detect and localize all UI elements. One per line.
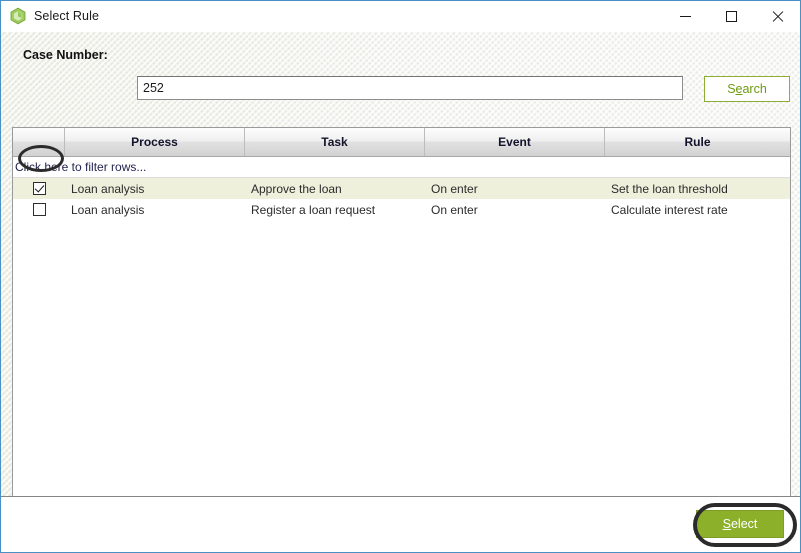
grid-body: Loan analysis Approve the loan On enter Set… (13, 178, 790, 220)
row-select-cell[interactable] (13, 178, 65, 199)
grid-header-cell-task[interactable]: Task (245, 128, 425, 156)
hexagon-shield-icon (9, 7, 27, 25)
cell-event: On enter (431, 202, 478, 217)
grid-header-cell-event[interactable]: Event (425, 128, 605, 156)
grid-header-cell-rule[interactable]: Rule (605, 128, 790, 156)
window-controls (662, 1, 800, 31)
search-button-label-prefix: S (727, 82, 736, 96)
case-number-input[interactable] (137, 76, 683, 100)
grid-header-cell-check[interactable] (13, 128, 65, 156)
cell-process: Loan analysis (71, 181, 145, 196)
grid-header-cell-process[interactable]: Process (65, 128, 245, 156)
checkbox-checked-icon[interactable] (32, 182, 46, 195)
table-row[interactable]: Loan analysis Register a loan request On e… (13, 199, 790, 220)
select-button-label-accel: S (722, 517, 731, 531)
close-icon (771, 10, 784, 23)
grid-header-row: Process Task Event Rule (13, 128, 790, 157)
select-button-label-suffix: elect (730, 517, 758, 531)
search-button-label-accel: e (735, 82, 743, 96)
cell-task: Register a loan request (251, 202, 376, 217)
row-select-cell[interactable] (13, 199, 65, 220)
cell-event: On enter (431, 181, 478, 196)
dialog-footer: Select (1, 496, 800, 552)
minimize-icon (679, 15, 691, 17)
grid-filter-row[interactable]: Click here to filter rows... (13, 157, 790, 178)
select-button[interactable]: Select (696, 510, 784, 538)
select-rule-window: Select Rule Case Number: Search ProcessT… (0, 0, 801, 553)
cell-task: Approve the loan (251, 181, 342, 196)
window-title: Select Rule (34, 9, 100, 23)
cell-rule: Set the loan threshold (611, 181, 728, 196)
search-button-label-suffix: arch (742, 82, 767, 96)
cell-rule: Calculate interest rate (611, 202, 728, 217)
minimize-button[interactable] (662, 1, 708, 31)
filter-rows-prompt: Click here to filter rows... (15, 160, 147, 174)
checkbox-unchecked-icon[interactable] (32, 203, 46, 216)
dialog-body: Case Number: Search ProcessTaskEventRule… (1, 32, 800, 496)
case-number-label: Case Number: (23, 47, 108, 62)
search-bar: Case Number: (1, 32, 800, 77)
search-button[interactable]: Se arch (704, 76, 790, 102)
close-button[interactable] (754, 1, 800, 31)
maximize-button[interactable] (708, 1, 754, 31)
rules-grid: Process Task Event Rule Click here to filte… (12, 127, 791, 496)
cell-process: Loan analysis (71, 202, 145, 217)
title-bar: Select Rule (1, 1, 800, 32)
table-row[interactable]: Loan analysis Approve the loan On enter Set… (13, 178, 790, 199)
maximize-icon (725, 10, 737, 22)
